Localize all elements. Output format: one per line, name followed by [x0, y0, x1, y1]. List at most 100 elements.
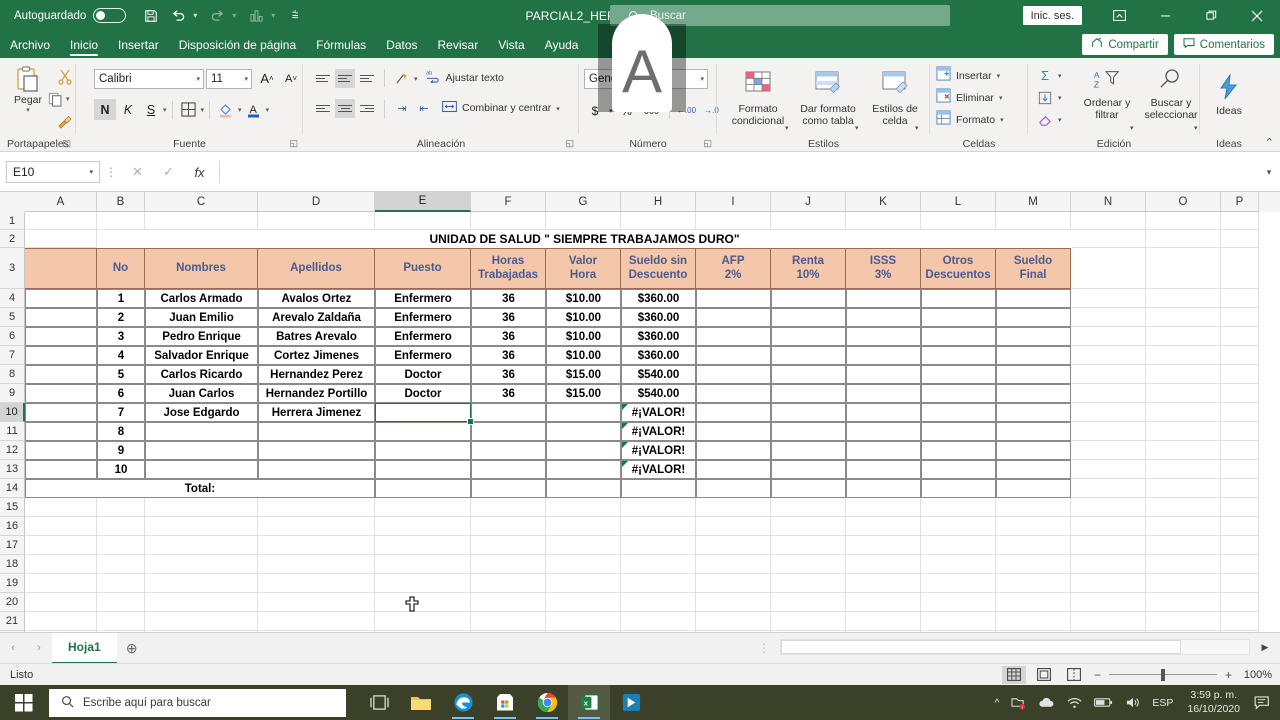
column-header-m[interactable]: M [996, 192, 1071, 212]
grid-cell-G16[interactable] [546, 517, 621, 536]
zoom-slider[interactable] [1108, 667, 1217, 683]
table-header-8[interactable]: AFP 2% [696, 248, 771, 289]
action-center-icon[interactable] [1248, 695, 1280, 710]
signin-button[interactable]: Inic. ses. [1022, 6, 1082, 25]
align-right-icon[interactable] [357, 99, 377, 118]
table-row[interactable] [921, 308, 996, 327]
clear-button[interactable]: ▾ [1034, 109, 1062, 130]
grid-cell-C18[interactable] [145, 555, 258, 574]
row-header-1[interactable]: 1 [0, 212, 25, 230]
table-row[interactable] [921, 327, 996, 346]
table-header-10[interactable]: ISSS 3% [846, 248, 921, 289]
table-row[interactable] [471, 422, 546, 441]
column-header-c[interactable]: C [145, 192, 258, 212]
grid-cell-O11[interactable] [1146, 422, 1221, 441]
table-header-1[interactable]: No [97, 248, 145, 289]
grid-cell-O8[interactable] [1146, 365, 1221, 384]
column-header-k[interactable]: K [846, 192, 921, 212]
total-value-cell[interactable] [471, 479, 546, 498]
grid-cell-A16[interactable] [25, 517, 97, 536]
sort-filter-button[interactable]: AZ Ordenar y filtrar [1076, 68, 1138, 121]
grid-cell-D19[interactable] [258, 574, 375, 593]
grid-cell-K21[interactable] [846, 612, 921, 631]
grid-cell-N7[interactable] [1071, 346, 1146, 365]
grid-cell-P3[interactable] [1221, 248, 1259, 289]
table-row[interactable] [771, 422, 846, 441]
grid-cell-O16[interactable] [1146, 517, 1221, 536]
ideas-button[interactable]: Ideas [1208, 73, 1250, 117]
font-size-input[interactable]: 11 ▾ [206, 69, 252, 89]
autosum-button[interactable]: Σ ▾ [1034, 65, 1062, 86]
grid-cell-B20[interactable] [97, 593, 145, 612]
tray-expand-icon[interactable]: ^ [988, 697, 1005, 709]
row-header-12[interactable]: 12 [0, 441, 25, 460]
merge-dropdown-icon[interactable]: ▾ [556, 105, 560, 113]
cloud-icon[interactable] [1032, 697, 1061, 709]
fill-dropdown-icon[interactable]: ▾ [1058, 94, 1062, 102]
column-header-h[interactable]: H [621, 192, 696, 212]
grid-cell-A20[interactable] [25, 593, 97, 612]
table-row[interactable]: Enfermero [375, 289, 471, 308]
table-row[interactable]: $360.00 [621, 308, 696, 327]
column-header-e[interactable]: E [375, 192, 471, 212]
excel-icon[interactable]: x [568, 685, 610, 720]
numero-launcher-icon[interactable]: ◱ [703, 138, 712, 149]
ribbon-display-options-icon[interactable] [1096, 0, 1142, 31]
grid-cell-L18[interactable] [921, 555, 996, 574]
table-row[interactable]: Avalos Ortez [258, 289, 375, 308]
table-row[interactable]: 36 [471, 289, 546, 308]
table-header-11[interactable]: Otros Descuentos [921, 248, 996, 289]
grid-cell-L1[interactable] [921, 212, 996, 230]
merge-center-label[interactable]: Combinar y centrar [462, 102, 551, 114]
grid-cell-E18[interactable] [375, 555, 471, 574]
table-row[interactable]: Jose Edgardo [145, 403, 258, 422]
font-size-dropdown-icon[interactable]: ▾ [244, 75, 248, 83]
column-header-p[interactable]: P [1221, 192, 1259, 212]
table-row[interactable]: $10.00 [546, 308, 621, 327]
grid-cell-G19[interactable] [546, 574, 621, 593]
table-header-4[interactable]: Puesto [375, 248, 471, 289]
insert-function-icon[interactable]: fx [184, 161, 215, 183]
grid-cell-P14[interactable] [1221, 479, 1259, 498]
grid-cell-N20[interactable] [1071, 593, 1146, 612]
grid-cell-N3[interactable] [1071, 248, 1146, 289]
cancel-icon[interactable]: ✕ [122, 161, 153, 183]
undo-icon[interactable] [166, 5, 190, 27]
row-header-16[interactable]: 16 [0, 517, 25, 536]
table-row[interactable] [846, 346, 921, 365]
table-row[interactable] [696, 289, 771, 308]
total-value-cell[interactable] [375, 479, 471, 498]
grid-cell-C21[interactable] [145, 612, 258, 631]
language-indicator[interactable]: ESP [1146, 697, 1179, 709]
table-row[interactable]: Enfermero [375, 308, 471, 327]
find-select-button[interactable]: Buscar y seleccionar [1140, 68, 1202, 121]
grid-cell-L21[interactable] [921, 612, 996, 631]
grid-cell-E20[interactable] [375, 593, 471, 612]
table-header-9[interactable]: Renta 10% [771, 248, 846, 289]
grid-cell-E17[interactable] [375, 536, 471, 555]
grid-cell-A19[interactable] [25, 574, 97, 593]
grid-cell-O21[interactable] [1146, 612, 1221, 631]
customize-qat-icon[interactable]: ⩭ [283, 5, 307, 27]
grid-cell-E21[interactable] [375, 612, 471, 631]
column-header-a[interactable]: A [25, 192, 97, 212]
normal-view-icon[interactable] [1001, 665, 1026, 684]
table-row[interactable] [696, 308, 771, 327]
table-row[interactable]: #¡VALOR! [621, 422, 696, 441]
table-header-6[interactable]: Valor Hora [546, 248, 621, 289]
grid-cell-G20[interactable] [546, 593, 621, 612]
number-format-dropdown-icon[interactable]: ▾ [700, 75, 704, 83]
grid-cell-F17[interactable] [471, 536, 546, 555]
decrease-font-size-icon[interactable]: A ˅ [280, 68, 302, 89]
grid-cell-M20[interactable] [996, 593, 1071, 612]
grid-cell-P17[interactable] [1221, 536, 1259, 555]
grid-cell-G17[interactable] [546, 536, 621, 555]
grid-cell-N4[interactable] [1071, 289, 1146, 308]
table-row[interactable]: 8 [97, 422, 145, 441]
column-header-j[interactable]: J [771, 192, 846, 212]
grid-cell-I15[interactable] [696, 498, 771, 517]
grid-cell-K1[interactable] [846, 212, 921, 230]
table-row[interactable] [771, 441, 846, 460]
grid-cell-D1[interactable] [258, 212, 375, 230]
underline-button[interactable]: S [140, 99, 162, 120]
